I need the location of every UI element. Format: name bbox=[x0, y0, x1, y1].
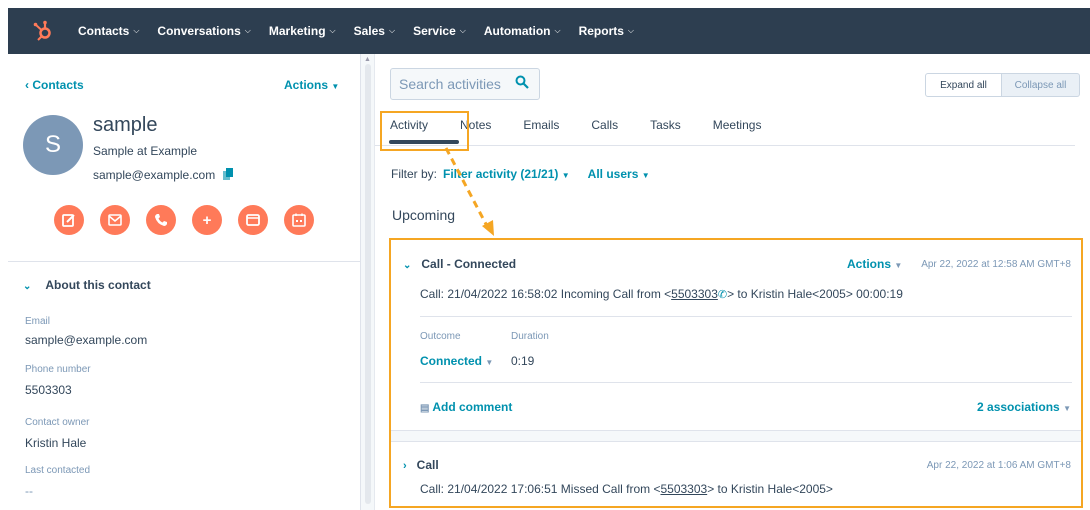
property-value-last-contacted: -- bbox=[25, 484, 33, 498]
add-task-button[interactable]: + bbox=[192, 205, 222, 235]
scrollbar-thumb[interactable] bbox=[365, 64, 371, 504]
scroll-up-icon[interactable]: ▲ bbox=[364, 56, 371, 63]
contact-name: sample bbox=[93, 114, 158, 136]
activity-card-toggle[interactable]: › Call bbox=[403, 458, 439, 472]
call-button[interactable] bbox=[146, 205, 176, 235]
duration-value[interactable]: 0:19 bbox=[511, 354, 534, 368]
associations-dropdown[interactable]: 2 associations ▼ bbox=[977, 400, 1071, 414]
calendar-icon bbox=[292, 213, 306, 227]
activity-card: › Call Apr 22, 2022 at 1:06 AM GMT+8 Call… bbox=[391, 442, 1081, 508]
nav-automation[interactable]: Automation ⌵ bbox=[484, 24, 561, 38]
phone-number-link[interactable]: 5503303 bbox=[671, 287, 718, 301]
nav-marketing[interactable]: Marketing ⌵ bbox=[269, 24, 336, 38]
email-button[interactable] bbox=[100, 205, 130, 235]
activity-timeline: Search activities Expand all Collapse al… bbox=[375, 54, 1090, 510]
nav-reports[interactable]: Reports ⌵ bbox=[579, 24, 634, 38]
back-to-contacts-link[interactable]: ‹ Contacts bbox=[25, 78, 84, 92]
property-label: Phone number bbox=[25, 364, 91, 375]
outcome-label: Outcome bbox=[420, 331, 461, 342]
caret-down-icon: ▼ bbox=[485, 358, 494, 367]
contact-sidebar: ‹ Contacts Actions ▼ S sample Sample at … bbox=[8, 54, 361, 510]
activity-body: Call: 21/04/2022 16:58:02 Incoming Call … bbox=[420, 287, 903, 301]
add-comment-button[interactable]: ▤ Add comment bbox=[420, 400, 512, 414]
annotation-arrow-icon bbox=[444, 147, 494, 236]
caret-down-icon: ▼ bbox=[561, 171, 570, 180]
tab-tasks[interactable]: Tasks bbox=[650, 118, 681, 132]
collapse-all-button[interactable]: Collapse all bbox=[1002, 73, 1080, 97]
chevron-down-icon: ⌵ bbox=[244, 26, 251, 35]
search-activities-input[interactable]: Search activities bbox=[390, 68, 540, 100]
activity-timestamp: Apr 22, 2022 at 12:58 AM GMT+8 bbox=[921, 259, 1071, 270]
property-value-phone[interactable]: 5503303 bbox=[25, 383, 72, 397]
chevron-down-icon: ⌵ bbox=[627, 26, 634, 35]
contact-company: Sample at Example bbox=[93, 144, 198, 158]
meeting-button[interactable] bbox=[284, 205, 314, 235]
contact-actions-dropdown[interactable]: Actions ▼ bbox=[284, 78, 339, 92]
avatar: S bbox=[23, 115, 83, 175]
note-icon bbox=[62, 214, 75, 227]
chevron-down-icon: ⌵ bbox=[329, 26, 336, 35]
property-value-email[interactable]: sample@example.com bbox=[25, 333, 147, 347]
chevron-down-icon: ⌵ bbox=[388, 26, 396, 35]
card-divider bbox=[420, 316, 1072, 317]
activity-card: ⌄ Call - Connected Actions ▼ Apr 22, 2022… bbox=[391, 240, 1081, 430]
activity-card-toggle[interactable]: ⌄ Call - Connected bbox=[403, 257, 516, 271]
search-icon bbox=[515, 75, 529, 89]
tab-meetings[interactable]: Meetings bbox=[713, 118, 762, 132]
property-label: Last contacted bbox=[25, 465, 91, 476]
chevron-down-icon: ⌄ bbox=[403, 260, 412, 271]
note-button[interactable] bbox=[54, 205, 84, 235]
card-separator bbox=[391, 430, 1081, 442]
contact-email: sample@example.com bbox=[93, 168, 216, 182]
highlight-box-activities: ⌄ Call - Connected Actions ▼ Apr 22, 2022… bbox=[389, 238, 1083, 508]
email-icon bbox=[108, 214, 122, 226]
chevron-down-icon: ⌄ bbox=[23, 281, 32, 292]
property-value-owner[interactable]: Kristin Hale bbox=[25, 436, 86, 450]
top-navigation-bar: Contacts ⌵ Conversations ⌵ Marketing ⌵ Sale… bbox=[8, 8, 1090, 54]
all-users-dropdown[interactable]: All users ▼ bbox=[588, 167, 650, 181]
property-label: Contact owner bbox=[25, 417, 90, 428]
nav-sales[interactable]: Sales ⌵ bbox=[354, 24, 395, 38]
message-icon bbox=[246, 214, 260, 226]
property-label: Email bbox=[25, 316, 51, 327]
phone-number-link[interactable]: 5503303 bbox=[660, 482, 707, 496]
chevron-down-icon: ⌵ bbox=[459, 26, 466, 35]
activity-body: Call: 21/04/2022 17:06:51 Missed Call fr… bbox=[420, 482, 833, 496]
phone-icon[interactable]: ✆ bbox=[718, 289, 727, 301]
caret-down-icon: ▼ bbox=[641, 171, 650, 180]
chevron-right-icon: › bbox=[403, 460, 407, 472]
chevron-down-icon: ⌵ bbox=[133, 26, 140, 35]
nav-conversations[interactable]: Conversations ⌵ bbox=[157, 24, 250, 38]
outcome-dropdown[interactable]: Connected ▼ bbox=[420, 354, 493, 368]
expand-all-button[interactable]: Expand all bbox=[925, 73, 1002, 97]
card-divider bbox=[420, 382, 1072, 383]
plus-icon: + bbox=[202, 211, 212, 229]
sidebar-scrollbar[interactable]: ▲ bbox=[361, 54, 375, 510]
hubspot-logo-icon[interactable] bbox=[20, 8, 66, 54]
nav-service[interactable]: Service ⌵ bbox=[413, 24, 466, 38]
chevron-down-icon: ⌵ bbox=[554, 26, 561, 35]
activity-timestamp: Apr 22, 2022 at 1:06 AM GMT+8 bbox=[926, 460, 1071, 471]
activity-actions-dropdown[interactable]: Actions ▼ bbox=[847, 257, 902, 271]
filter-bar: Filter by: Filter activity (21/21) ▼ All… bbox=[391, 167, 650, 181]
caret-down-icon: ▼ bbox=[331, 82, 340, 91]
message-button[interactable] bbox=[238, 205, 268, 235]
expand-collapse-group: Expand all Collapse all bbox=[925, 73, 1080, 97]
about-section-toggle[interactable]: ⌄ About this contact bbox=[23, 278, 151, 292]
section-divider bbox=[8, 261, 361, 262]
copy-icon[interactable] bbox=[223, 167, 233, 180]
comment-icon: ▤ bbox=[420, 403, 430, 414]
caret-down-icon: ▼ bbox=[1063, 404, 1071, 413]
tab-emails[interactable]: Emails bbox=[523, 118, 559, 132]
tab-calls[interactable]: Calls bbox=[591, 118, 618, 132]
duration-label: Duration bbox=[511, 331, 549, 342]
call-icon bbox=[155, 214, 167, 226]
quick-action-row: + bbox=[54, 205, 330, 235]
caret-down-icon: ▼ bbox=[894, 261, 903, 270]
nav-contacts[interactable]: Contacts ⌵ bbox=[78, 24, 139, 38]
